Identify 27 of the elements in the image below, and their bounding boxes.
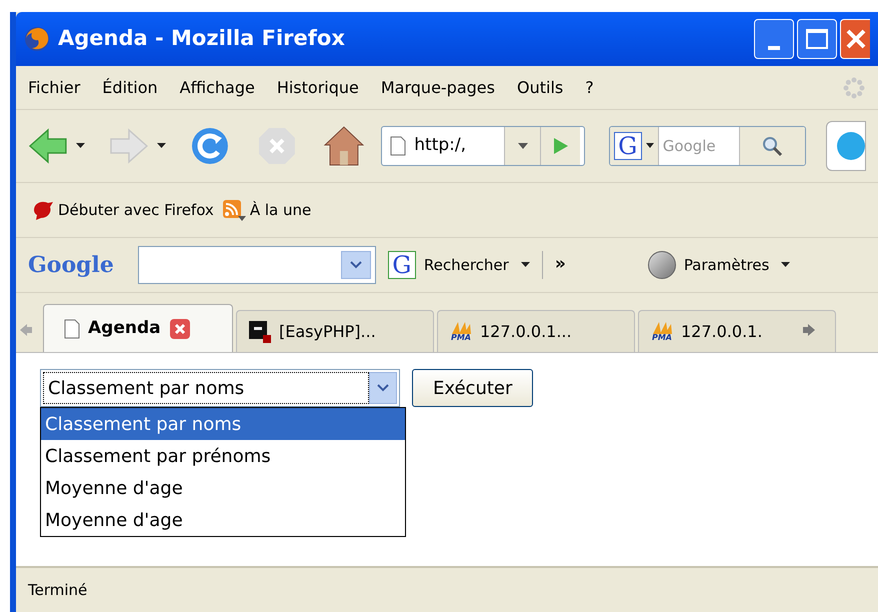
tab[interactable]: PMA 127.0.0.1... <box>437 310 635 352</box>
bookmark-link[interactable]: À la une <box>250 198 312 222</box>
google-logo: Google <box>28 250 114 280</box>
menu-item[interactable]: Affichage <box>180 76 255 100</box>
dropdown-option[interactable]: Moyenne d'age <box>41 504 405 536</box>
execute-button[interactable]: Exécuter <box>412 369 534 407</box>
menu-item[interactable]: Fichier <box>28 76 80 100</box>
menu-item[interactable]: ? <box>585 76 594 100</box>
search-field[interactable]: G Google <box>608 126 806 166</box>
window-title: Agenda - Mozilla Firefox <box>58 25 346 52</box>
menu-item[interactable]: Historique <box>276 76 359 100</box>
more-button[interactable]: » <box>554 252 566 278</box>
menu-item[interactable]: Édition <box>102 76 158 100</box>
address-field[interactable]: http:/, <box>381 126 585 166</box>
tab[interactable]: [EasyPHP]... <box>236 310 434 352</box>
tab[interactable]: Agenda <box>43 304 233 352</box>
menu-item[interactable]: Outils <box>516 76 564 100</box>
bookmark-link[interactable]: Débuter avec Firefox <box>58 198 214 222</box>
tab[interactable]: PMA 127.0.0.1. <box>638 310 836 352</box>
search-engine-logo[interactable]: G <box>614 132 642 160</box>
dropdown-option[interactable]: Moyenne d'age <box>41 472 405 504</box>
settings-button[interactable]: Paramètres <box>648 251 770 279</box>
menu-item[interactable]: Marque-pages <box>380 76 495 100</box>
status-text: Terminé <box>28 580 88 601</box>
dropdown-option[interactable]: Classement par prénoms <box>41 440 405 472</box>
search-button[interactable]: G Rechercher <box>388 251 509 279</box>
dropdown-option[interactable]: Classement par noms <box>41 408 405 440</box>
